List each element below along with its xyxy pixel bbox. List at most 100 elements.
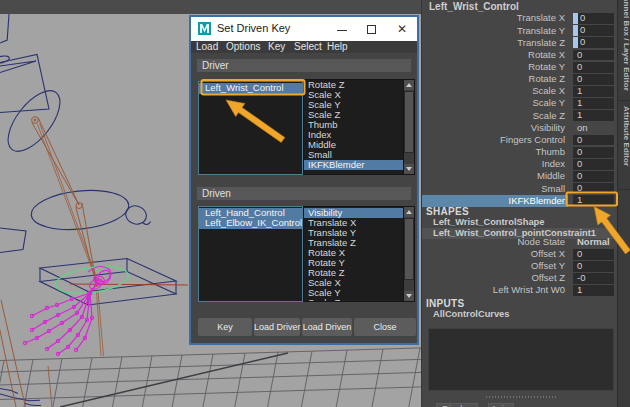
list-item-translate-y[interactable]: Translate Y (304, 228, 403, 238)
channel-attr-value[interactable]: on (577, 122, 588, 134)
scroll-down-button[interactable] (404, 291, 414, 301)
layer-editor-tab-anim[interactable]: Anim (488, 403, 514, 407)
maximize-icon (367, 25, 376, 34)
scroll-down-button[interactable] (404, 164, 414, 174)
channel-attr-value-field[interactable]: 0 (573, 13, 614, 24)
channel-row-translate-x: Translate X0 (422, 12, 618, 24)
channel-attr-label: Small (422, 183, 565, 195)
list-item-ikfkblemder[interactable]: IKFKBlemder (304, 160, 403, 170)
list-item-middle[interactable]: Middle (304, 140, 403, 150)
keyed-channel-marker (573, 25, 578, 36)
menu-options[interactable]: Options (226, 41, 260, 53)
scrollbar[interactable] (404, 206, 415, 302)
set-driven-key-dialog: Set Driven Key ✕ Load Options Key Select Hel… (189, 15, 419, 345)
channel-attr-label: Rotate Z (422, 73, 565, 85)
channel-attr-value-field[interactable]: 0 (573, 261, 614, 272)
scrollbar[interactable] (404, 79, 415, 175)
load-driven-button[interactable]: Load Driven (302, 318, 352, 336)
channel-attr-value: 0 (577, 248, 582, 259)
keyed-channel-marker (573, 37, 578, 48)
list-item-small[interactable]: Small (304, 150, 403, 160)
list-item-translate-z[interactable]: Translate Z (304, 238, 403, 248)
list-item-rotate-x[interactable]: Rotate X (304, 248, 403, 258)
channel-attr-value-field[interactable]: 0 (573, 135, 614, 146)
channel-attr-value-field[interactable]: 1 (573, 86, 614, 97)
tab-attribute-editor[interactable]: Attribute Editor (618, 106, 630, 166)
list-item-scale-z[interactable]: Scale Z (304, 110, 403, 120)
scroll-thumb[interactable] (404, 218, 414, 280)
channel-attr-value-field[interactable]: 1 (573, 110, 614, 121)
channel-attr-value-field[interactable]: 0 (573, 183, 614, 194)
minimize-button[interactable] (328, 17, 356, 41)
channel-attr-value[interactable]: Normal (577, 236, 610, 248)
list-item-left_hand_control[interactable]: Left_Hand_Control (199, 208, 302, 219)
channel-attr-value-field[interactable]: 1 (573, 195, 614, 206)
channel-row-offset-x: Offset X0 (422, 248, 618, 260)
shape-node-name[interactable]: Left_Wrist_ControlShape (433, 217, 544, 227)
dialog-titlebar[interactable]: Set Driven Key ✕ (191, 17, 417, 41)
channel-attr-value: -0 (577, 272, 585, 283)
right-sidebar: Channel Box / Layer Editor Attribute Edi… (617, 0, 630, 407)
menu-key[interactable]: Key (268, 41, 285, 53)
channel-attr-value-field[interactable]: 0 (573, 25, 614, 36)
scroll-thumb[interactable] (404, 91, 414, 153)
channel-attr-value-field[interactable]: 0 (573, 159, 614, 170)
channel-row-scale-x: Scale X1 (422, 85, 618, 97)
axis-line (70, 284, 188, 285)
keyed-channel-marker (573, 13, 578, 24)
list-item-scale-z[interactable]: Scale Z (304, 298, 403, 302)
list-item-left_wrist_control[interactable]: Left_Wrist_Control (199, 83, 302, 94)
channel-attr-value-field[interactable]: 0 (573, 249, 614, 260)
channel-attr-value: 0 (577, 49, 582, 60)
layer-editor-empty-area (428, 328, 614, 391)
menu-load[interactable]: Load (196, 41, 218, 53)
close-button[interactable]: Close (354, 318, 416, 336)
close-button[interactable]: ✕ (388, 17, 416, 41)
ground-grid (0, 348, 421, 407)
list-item-thumb[interactable]: Thumb (304, 120, 403, 130)
channel-attr-value: 0 (577, 260, 582, 271)
channel-attr-value-field[interactable]: -0 (573, 273, 614, 284)
tab-channel-box-layer-editor[interactable]: Channel Box / Layer Editor (618, 0, 630, 91)
list-item-scale-y[interactable]: Scale Y (304, 100, 403, 110)
channel-attr-value-field[interactable]: 0 (573, 147, 614, 158)
menu-help[interactable]: Help (327, 41, 348, 53)
list-item-rotate-y[interactable]: Rotate Y (304, 258, 403, 268)
driven-section-header: Driven (197, 187, 411, 200)
channel-attr-value-field[interactable]: 1 (573, 285, 614, 296)
load-driver-button[interactable]: Load Driver (254, 318, 300, 336)
list-item-visibility[interactable]: Visibility (304, 208, 403, 218)
inputs-section-header: INPUTS (426, 298, 464, 309)
channel-attr-value: 0 (577, 182, 582, 193)
dialog-menubar: Load Options Key Select Help (191, 41, 417, 53)
channel-attr-value-field[interactable]: 0 (573, 62, 614, 73)
list-item-index[interactable]: Index (304, 130, 403, 140)
channel-attr-value: 0 (577, 146, 582, 157)
maximize-button[interactable] (358, 17, 386, 41)
scroll-down-icon (406, 294, 412, 298)
channel-attr-value-field[interactable]: 1 (573, 98, 614, 109)
channel-attr-value: 1 (577, 284, 582, 295)
dialog-body: DriverLeft_Wrist_ControlRotate ZScale XS… (191, 53, 417, 343)
input-node-name[interactable]: AllControlCurves (433, 309, 509, 319)
channel-attr-value-field[interactable]: 0 (573, 171, 614, 182)
list-item-scale-x[interactable]: Scale X (304, 90, 403, 100)
channel-attr-value-field[interactable]: 0 (573, 37, 614, 48)
list-item-rotate-z[interactable]: Rotate Z (304, 268, 403, 278)
scroll-up-button[interactable] (404, 207, 414, 217)
list-item-rotate-z[interactable]: Rotate Z (304, 80, 403, 90)
scroll-up-button[interactable] (404, 80, 414, 90)
channel-attr-value-field[interactable]: 0 (573, 50, 614, 61)
layer-editor-tab-display[interactable]: Display (436, 403, 478, 407)
key-button[interactable]: Key (198, 318, 252, 336)
channel-attr-value-field[interactable]: 0 (573, 74, 614, 85)
list-item-scale-x[interactable]: Scale X (304, 278, 403, 288)
list-item-scale-y[interactable]: Scale Y (304, 288, 403, 298)
maya-screen: Left_Wrist_Control Translate X0Translate… (0, 0, 630, 407)
menu-select[interactable]: Select (294, 41, 322, 53)
list-item-translate-x[interactable]: Translate X (304, 218, 403, 228)
list-item-left_elbow_ik_control[interactable]: Left_Elbow_IK_Control (199, 218, 302, 229)
channel-row-small: Small 0 (422, 183, 618, 195)
panel-resize-handle[interactable] (486, 396, 556, 398)
channel-row-rotate-x: Rotate X0 (422, 49, 618, 61)
